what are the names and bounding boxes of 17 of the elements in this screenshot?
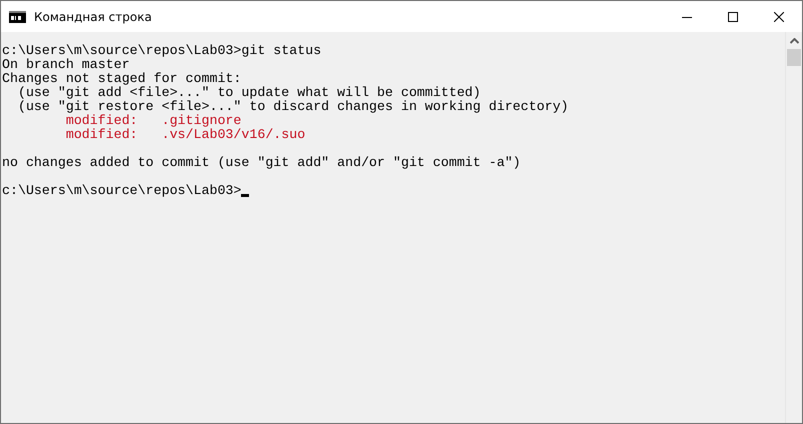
console-line: (use "git restore <file>..." to discard changes in working directory)	[16, 100, 569, 114]
window-title: Командная строка	[34, 8, 153, 26]
console-app-icon	[9, 10, 26, 22]
console-line: Changes not staged for commit:	[2, 72, 242, 86]
modified-file-line: modified: .gitignore	[64, 114, 242, 128]
chevron-up-icon	[790, 38, 798, 44]
scroll-thumb[interactable]	[787, 49, 801, 66]
text-cursor	[241, 194, 250, 197]
maximize-icon	[728, 12, 738, 22]
scrollbar[interactable]	[785, 32, 802, 423]
console-line: c:\Users\m\source\repos\Lab03>git status	[2, 44, 322, 58]
console-line: no changes added to commit (use "git add" and/or "git commit -a")	[2, 156, 521, 170]
console-line: (use "git add <file>..." to update what will be committed)	[16, 86, 481, 100]
modified-file-line: modified: .vs/Lab03/v16/.suo	[64, 128, 306, 142]
close-icon	[774, 12, 784, 22]
console-line: On branch master	[2, 58, 130, 72]
command-prompt: c:\Users\m\source\repos\Lab03>	[2, 184, 242, 198]
